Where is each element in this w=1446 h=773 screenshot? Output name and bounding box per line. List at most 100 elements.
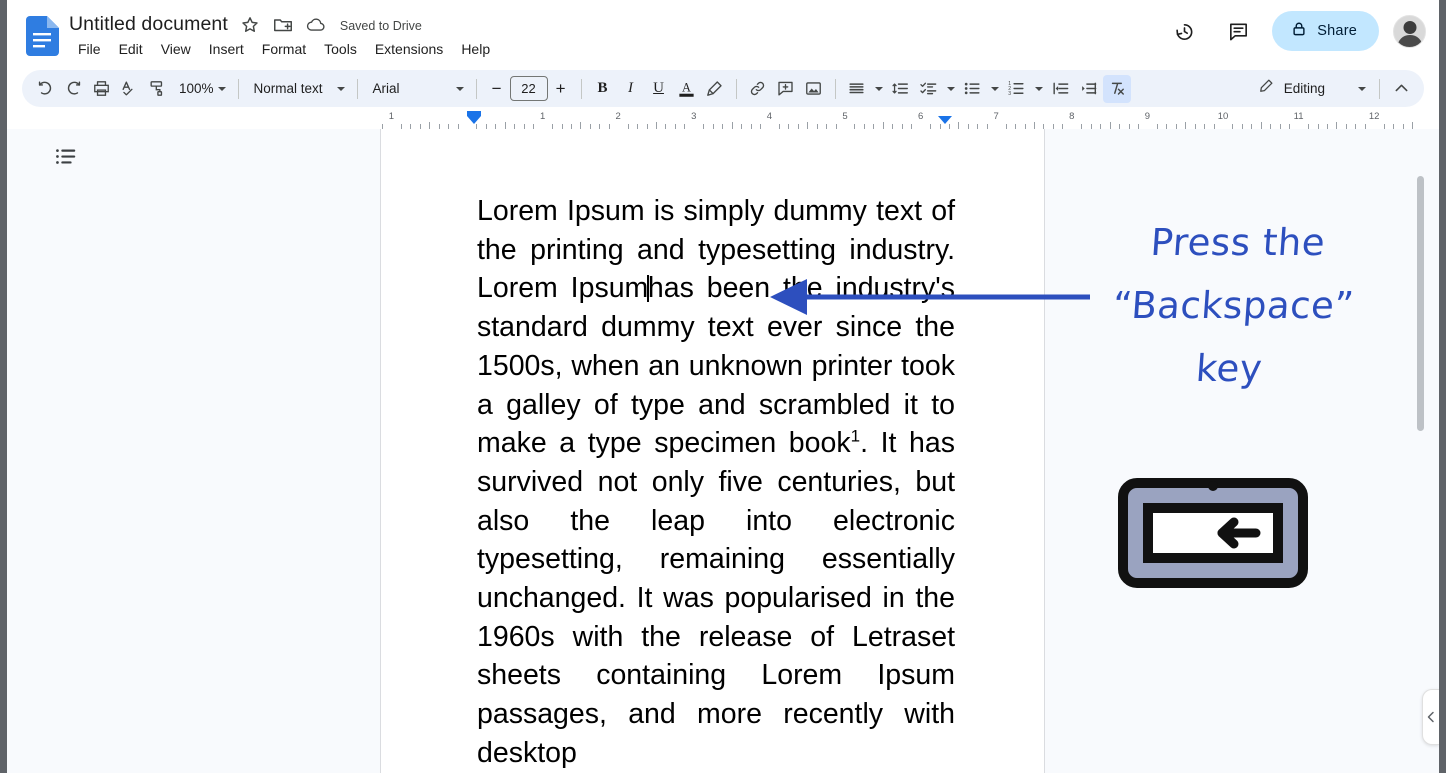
outline-pane: [32, 129, 380, 773]
editing-mode-label: Editing: [1284, 81, 1325, 96]
right-indent-marker[interactable]: [938, 116, 952, 124]
chevron-down-icon: [991, 87, 999, 91]
zoom-dropdown[interactable]: 100%: [171, 75, 231, 103]
toolbar-divider: [476, 79, 477, 99]
left-indent-marker[interactable]: [467, 116, 481, 124]
checklist-dropdown[interactable]: [943, 75, 959, 103]
increase-indent-icon[interactable]: [1075, 75, 1103, 103]
ruler-tick: [1336, 122, 1337, 129]
share-button[interactable]: Share: [1272, 11, 1379, 51]
line-spacing-icon[interactable]: [887, 75, 915, 103]
bulleted-list-icon[interactable]: [959, 75, 987, 103]
numbered-list-dropdown[interactable]: [1031, 75, 1047, 103]
insert-image-icon[interactable]: [800, 75, 828, 103]
font-family-dropdown[interactable]: Arial: [365, 75, 469, 103]
print-icon[interactable]: [87, 75, 115, 103]
link-icon[interactable]: [744, 75, 772, 103]
annotation-pane: Press the “Backspace” key: [1046, 129, 1439, 773]
clear-formatting-icon[interactable]: [1103, 75, 1131, 103]
collapse-panel-button[interactable]: [1422, 689, 1439, 745]
ruler-number: 1: [389, 111, 394, 122]
bold-label: B: [598, 80, 608, 97]
lock-icon: [1290, 20, 1308, 43]
italic-label: I: [628, 80, 633, 97]
decrease-indent-icon[interactable]: [1047, 75, 1075, 103]
title-row: Untitled document Saved to Drive: [69, 12, 422, 37]
ruler-tick: [580, 122, 581, 129]
menu-help[interactable]: Help: [452, 39, 499, 60]
ruler-tick: [1110, 122, 1111, 129]
star-icon[interactable]: [239, 14, 261, 36]
ruler-number: 1: [540, 111, 545, 122]
menu-extensions[interactable]: Extensions: [366, 39, 452, 60]
paragraph-style-value: Normal text: [254, 81, 333, 96]
menu-format[interactable]: Format: [253, 39, 315, 60]
editing-mode-chip[interactable]: Editing: [1249, 75, 1372, 103]
decrease-font-size-button[interactable]: −: [484, 76, 510, 102]
document-title[interactable]: Untitled document: [69, 12, 228, 37]
ruler-number: 9: [1145, 111, 1150, 122]
spellcheck-icon[interactable]: [115, 75, 143, 103]
ruler-tick: [1185, 122, 1186, 129]
svg-text:A: A: [682, 80, 691, 94]
collapse-toolbar-button[interactable]: [1387, 75, 1415, 103]
document-outline-icon[interactable]: [48, 140, 84, 174]
paint-format-icon[interactable]: [143, 75, 171, 103]
menu-file[interactable]: File: [69, 39, 110, 60]
ruler-number: 7: [994, 111, 999, 122]
horizontal-ruler[interactable]: 1123456789101112: [375, 111, 1420, 129]
avatar[interactable]: [1393, 15, 1426, 48]
ruler-number: 8: [1069, 111, 1074, 122]
font-size-input[interactable]: 22: [510, 76, 548, 101]
add-comment-icon[interactable]: [772, 75, 800, 103]
ruler-number: 3: [691, 111, 696, 122]
menu-tools[interactable]: Tools: [315, 39, 366, 60]
underline-button[interactable]: U: [645, 75, 673, 103]
ruler-number: 5: [842, 111, 847, 122]
ruler-number: 12: [1369, 111, 1380, 122]
bulleted-list-dropdown[interactable]: [987, 75, 1003, 103]
redo-icon[interactable]: [59, 75, 87, 103]
ruler-tick: [429, 122, 430, 129]
zoom-value: 100%: [179, 81, 214, 96]
google-docs-window: Untitled document Saved to Drive: [0, 0, 1446, 773]
ruler-tick: [1261, 122, 1262, 129]
ruler-number: 6: [918, 111, 923, 122]
text-color-button[interactable]: A: [673, 75, 701, 103]
move-to-folder-icon[interactable]: [272, 14, 294, 36]
menu-insert[interactable]: Insert: [200, 39, 253, 60]
font-family-value: Arial: [373, 81, 452, 96]
undo-icon[interactable]: [31, 75, 59, 103]
paragraph-text-part3: . It has survived not only five centurie…: [477, 427, 955, 769]
vertical-scroll-thumb[interactable]: [1417, 176, 1424, 431]
version-history-icon[interactable]: [1164, 11, 1204, 51]
instruction-line-3: key: [1099, 337, 1358, 400]
document-page[interactable]: Lorem Ipsum is simply dummy text of the …: [380, 129, 1045, 773]
chevron-down-icon: [1035, 87, 1043, 91]
checklist-icon[interactable]: [915, 75, 943, 103]
comment-history-icon[interactable]: [1218, 11, 1258, 51]
align-dropdown[interactable]: [871, 75, 887, 103]
numbered-list-icon[interactable]: 123: [1003, 75, 1031, 103]
menu-view[interactable]: View: [152, 39, 200, 60]
menu-edit[interactable]: Edit: [110, 39, 152, 60]
vertical-scrollbar[interactable]: [1419, 129, 1433, 773]
share-label: Share: [1317, 23, 1357, 39]
document-paragraph[interactable]: Lorem Ipsum is simply dummy text of the …: [477, 192, 955, 773]
docs-logo-icon: [25, 16, 59, 56]
toolbar-divider: [835, 79, 836, 99]
paragraph-style-dropdown[interactable]: Normal text: [246, 75, 350, 103]
italic-button[interactable]: I: [617, 75, 645, 103]
highlight-pen-icon[interactable]: [701, 75, 729, 103]
ruler-tick: [732, 122, 733, 129]
header-actions: Share: [1164, 11, 1426, 51]
chevron-down-icon: [875, 87, 883, 91]
main-toolbar: 100% Normal text Arial − 22 + B I U: [22, 70, 1424, 107]
increase-font-size-button[interactable]: +: [548, 76, 574, 102]
ruler-tick: [883, 122, 884, 129]
bold-button[interactable]: B: [589, 75, 617, 103]
chevron-down-icon: [218, 87, 226, 91]
ruler-number: 2: [616, 111, 621, 122]
align-icon[interactable]: [843, 75, 871, 103]
app-header: Untitled document Saved to Drive: [7, 0, 1439, 68]
